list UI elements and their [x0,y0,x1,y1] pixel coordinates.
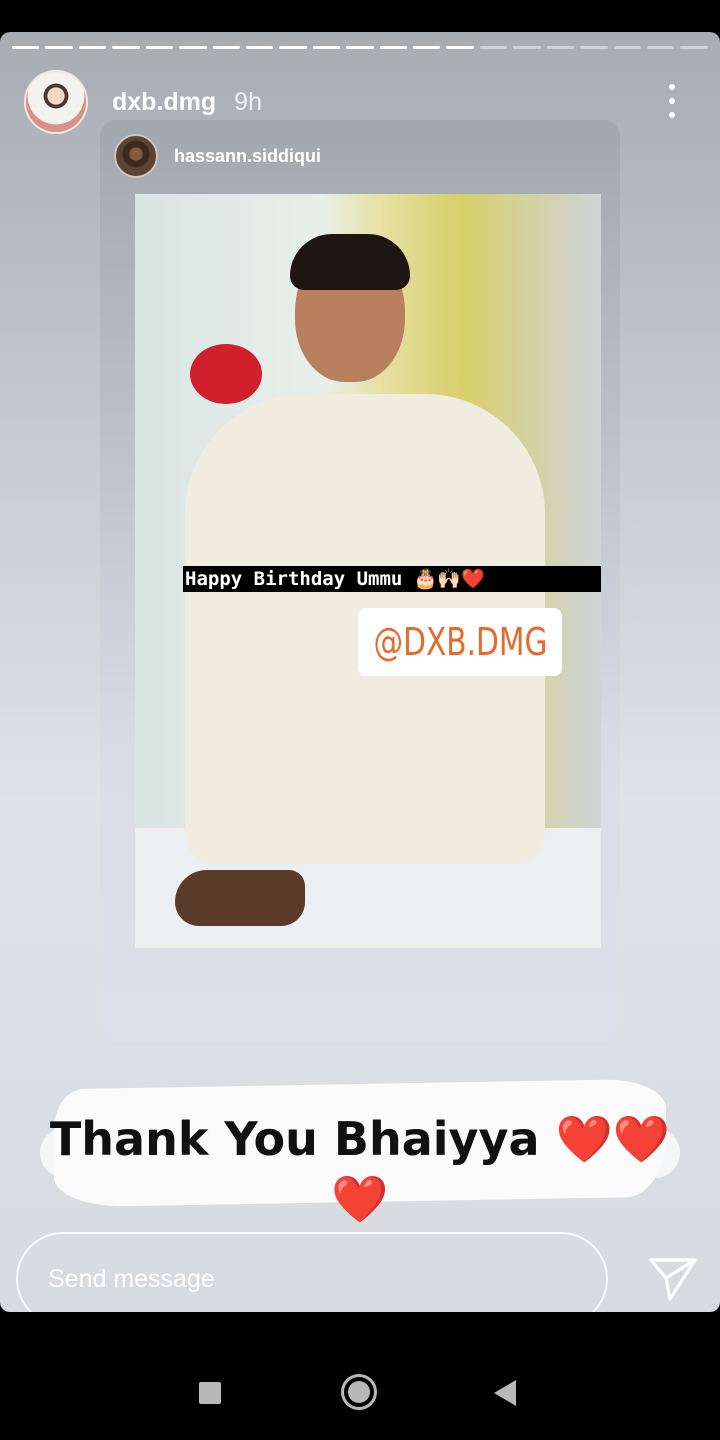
story-progress-bar [12,46,708,49]
avatar[interactable] [24,70,88,134]
photo-roses [190,344,262,404]
shared-post-header: hassann.siddiqui [114,134,321,178]
progress-segment [413,46,441,49]
shared-post-photo: Happy Birthday Ummu 🎂🙌🏻❤️ @DXB.DMG [135,194,601,948]
progress-segment [78,46,107,49]
photo-person-hair [290,234,410,290]
progress-segment [446,46,474,49]
story-text: Thank You Bhaiyya [49,1112,540,1166]
send-message-input[interactable]: Send message [16,1232,608,1312]
progress-segment [613,46,642,49]
more-vertical-icon[interactable] [660,84,684,118]
progress-segment [212,46,240,49]
send-paper-plane-icon[interactable] [648,1256,698,1302]
story-text-line: Thank You Bhaiyya ❤️❤️ [0,1112,720,1167]
progress-segment [647,46,675,49]
progress-segment [680,46,708,49]
shared-post-username[interactable]: hassann.siddiqui [174,146,321,167]
story-username[interactable]: dxb.dmg [112,88,216,117]
progress-segment [145,46,174,49]
heart-emoji: ❤️ [331,1173,389,1225]
shared-post-avatar[interactable] [114,134,158,178]
mention-text: @DXB.DMG [373,620,547,664]
story-time: 9h [234,87,262,116]
progress-segment [546,46,575,49]
progress-segment [513,46,541,49]
progress-segment [45,46,73,49]
progress-segment [279,46,307,49]
progress-segment [112,46,140,49]
send-message-placeholder: Send message [48,1264,215,1293]
mention-sticker[interactable]: @DXB.DMG [358,608,562,676]
progress-segment [312,46,341,49]
progress-segment [580,46,608,49]
circle-icon[interactable] [341,1374,377,1410]
progress-segment [245,46,274,49]
heart-emoji-pair: ❤️❤️ [555,1112,671,1166]
triangle-back-icon[interactable] [494,1380,516,1406]
progress-segment [346,46,374,49]
progress-segment [12,46,40,49]
story-view[interactable]: dxb.dmg 9h hassann.siddiqui Happy Birthd… [0,32,720,1312]
shared-post-card[interactable]: hassann.siddiqui Happy Birthday Ummu 🎂🙌🏻… [100,120,620,1042]
progress-segment [179,46,207,49]
photo-shoe [175,870,305,926]
square-icon[interactable] [199,1382,221,1404]
post-caption: Happy Birthday Ummu 🎂🙌🏻❤️ [183,566,601,592]
progress-segment [479,46,508,49]
progress-segment [379,46,408,49]
